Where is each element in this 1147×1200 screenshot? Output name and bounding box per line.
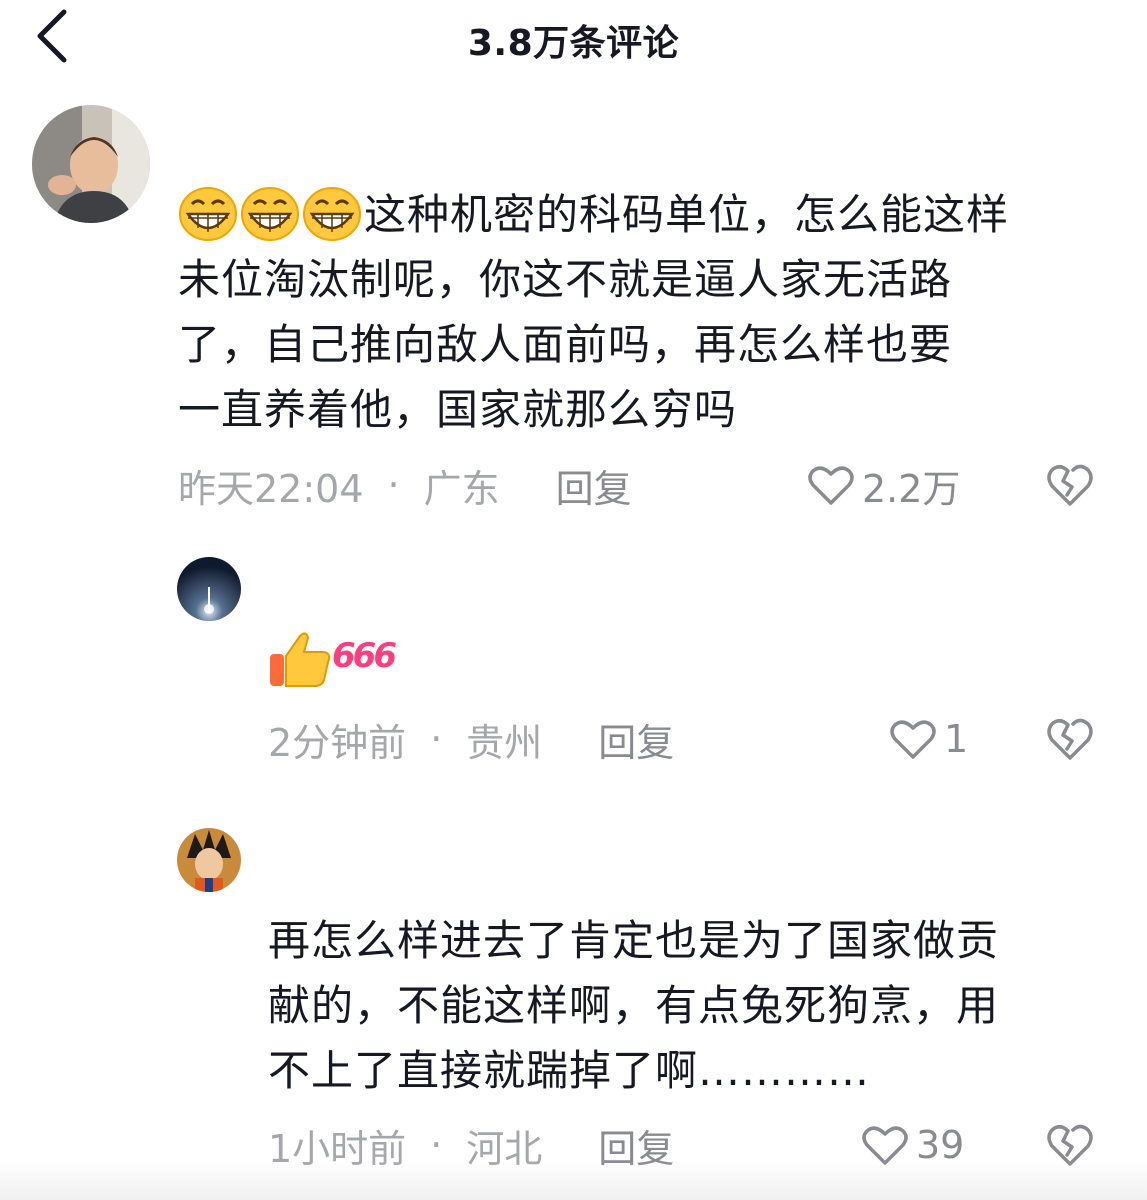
comment-location: 广东 [423,466,500,511]
like-count: 2.2万 [862,466,961,511]
heart-outline-icon [890,720,936,759]
comment-meta: 昨天22:04 · 广东 回复 [178,458,632,513]
comment-text: 再怎么样进去了肯定也是为了国家做贡 献的，不能这样啊，有点兔死狗烹，用 不上了直… [268,908,1128,1103]
reply-button[interactable]: 回复 [556,458,632,513]
like-button[interactable]: 2.2万 [808,460,961,511]
top-bar: 3.8万条评论 [0,0,1147,80]
comment-line: 不上了直接就踹掉了啊………… [268,1046,871,1095]
comment-line: 一直养着他，国家就那么穷吗 [178,385,738,434]
heart-outline-icon [808,466,854,505]
comment-time: 昨天22:04 [178,466,364,511]
like-button[interactable]: 1 [890,714,968,764]
separator-dot: · [387,463,400,507]
avatar[interactable] [177,557,241,621]
comment-line: 未位淘汰制呢，你这不就是逼人家无活路 [178,255,953,304]
grin-emoji-icon [240,186,302,244]
avatar[interactable] [32,105,150,223]
comment-meta: 2分钟前 · 贵州 回复 [268,712,674,767]
thumbs-up-sticker-icon [270,632,331,687]
comment-line-text: 这种机密的科码单位，怎么能这样 [364,190,1010,239]
page-title: 3.8万条评论 [467,23,680,64]
bottom-fade [0,1160,1147,1200]
comment-text: 这种机密的科码单位，怎么能这样 未位淘汰制呢，你这不就是逼人家无活路 了，自己推… [178,182,1118,442]
like-count: 1 [944,717,969,761]
grin-emoji-icon [178,186,240,244]
comment-line: 再怎么样进去了肯定也是为了国家做贡 [268,916,1000,965]
comment-line: 献的，不能这样啊，有点兔死狗烹，用 [268,981,1000,1030]
broken-heart-icon[interactable] [1046,461,1094,509]
grin-emoji-icon [302,186,364,244]
user-photo-avatar [32,105,150,223]
separator-dot: · [430,717,443,761]
sticker-text: 666 [332,636,397,676]
night-sky-avatar [177,557,241,621]
comment-line: 这种机密的科码单位，怎么能这样 [178,182,1118,247]
reply-button[interactable]: 回复 [598,712,674,767]
comment-time: 2分钟前 [268,720,407,765]
comment-location: 贵州 [466,720,543,765]
anime-character-avatar [177,828,241,892]
comment-line: 了，自己推向敌人面前吗，再怎么样也要 [178,320,953,369]
broken-heart-icon[interactable] [1046,715,1094,763]
avatar[interactable] [177,828,241,892]
sticker-666: 666 [266,628,406,692]
